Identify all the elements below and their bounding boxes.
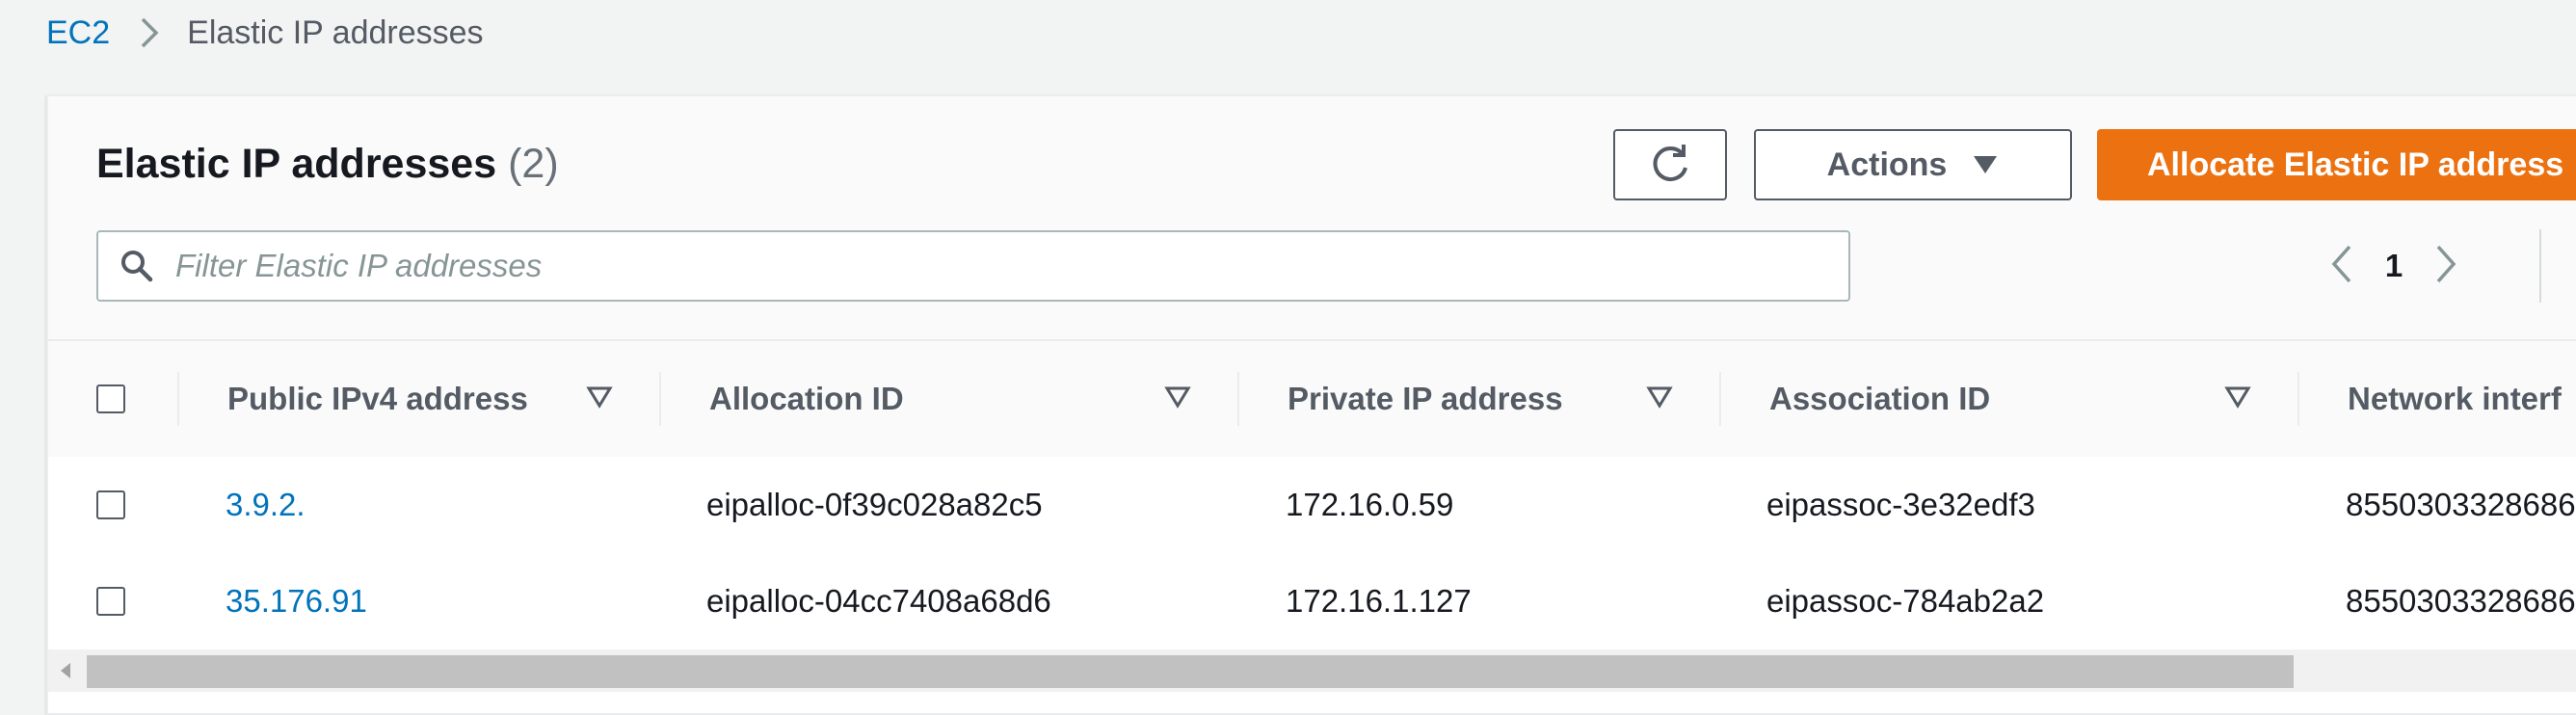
filter-input[interactable] — [173, 247, 1848, 285]
allocation-id-cell: eipalloc-0f39c028a82c5 — [706, 487, 1043, 522]
row-checkbox[interactable] — [96, 490, 125, 519]
page-title: Elastic IP addresses (2) — [96, 141, 559, 188]
title-count: (2) — [508, 141, 559, 187]
refresh-button[interactable] — [1613, 129, 1727, 200]
allocate-elastic-ip-button[interactable]: Allocate Elastic IP address — [2097, 129, 2576, 200]
actions-dropdown-button[interactable]: Actions — [1754, 129, 2072, 200]
chevron-right-icon[interactable] — [2434, 243, 2459, 290]
column-divider — [1719, 372, 1721, 426]
sort-icon[interactable] — [586, 385, 613, 413]
association-id-cell: eipassoc-784ab2a2 — [1766, 583, 2045, 619]
pagination: 1 — [2328, 237, 2459, 295]
public-ip-link[interactable]: 35.176.91 — [226, 553, 367, 649]
breadcrumb-current: Elastic IP addresses — [187, 13, 484, 51]
column-divider — [1237, 372, 1239, 426]
select-all-checkbox[interactable] — [96, 384, 125, 413]
breadcrumb-link-ec2[interactable]: EC2 — [46, 14, 110, 52]
column-header-network-interface[interactable]: Network interf — [2348, 341, 2562, 457]
sort-icon[interactable] — [1646, 385, 1673, 413]
table-row[interactable]: 3.9.2. eipalloc-0f39c028a82c5 172.16.0.5… — [48, 457, 2576, 555]
breadcrumb: EC2 Elastic IP addresses — [46, 0, 484, 66]
table-row[interactable]: 35.176.91 eipalloc-04cc7408a68d6 172.16.… — [48, 553, 2576, 651]
search-icon — [120, 249, 154, 283]
elastic-ip-panel: Elastic IP addresses (2) Actions Allocat… — [46, 94, 2576, 715]
caret-down-icon — [1972, 146, 1999, 184]
horizontal-scrollbar[interactable] — [48, 649, 2576, 692]
association-id-cell: eipassoc-3e32edf3 — [1766, 487, 2035, 522]
actions-label: Actions — [1826, 146, 1948, 183]
row-checkbox[interactable] — [96, 587, 125, 616]
network-interface-cell: 8550303328686 — [2346, 487, 2576, 522]
pager-divider — [2539, 229, 2541, 303]
column-divider — [659, 372, 661, 426]
column-header-private-ip[interactable]: Private IP address — [1288, 341, 1563, 457]
page-number[interactable]: 1 — [2353, 248, 2434, 284]
refresh-icon — [1648, 141, 1692, 190]
scrollbar-thumb[interactable] — [87, 655, 2294, 688]
private-ip-cell: 172.16.0.59 — [1286, 487, 1454, 522]
table-header: Public IPv4 address Allocation ID Privat… — [48, 339, 2576, 459]
sort-icon[interactable] — [2224, 385, 2251, 413]
chevron-left-icon[interactable] — [2328, 243, 2353, 290]
sort-icon[interactable] — [1164, 385, 1191, 413]
chevron-right-icon — [139, 16, 160, 49]
column-divider — [2297, 372, 2299, 426]
allocation-id-cell: eipalloc-04cc7408a68d6 — [706, 583, 1051, 619]
filter-input-container[interactable] — [96, 230, 1850, 302]
network-interface-cell: 8550303328686 — [2346, 583, 2576, 619]
title-text: Elastic IP addresses — [96, 141, 497, 187]
public-ip-link[interactable]: 3.9.2. — [226, 457, 305, 553]
column-divider — [177, 372, 179, 426]
panel-header: Elastic IP addresses (2) Actions Allocat… — [48, 96, 2576, 339]
private-ip-cell: 172.16.1.127 — [1286, 583, 1472, 619]
column-header-allocation-id[interactable]: Allocation ID — [709, 341, 904, 457]
scroll-left-icon[interactable] — [58, 661, 73, 685]
column-header-association-id[interactable]: Association ID — [1769, 341, 1990, 457]
column-header-public-ip[interactable]: Public IPv4 address — [227, 341, 528, 457]
